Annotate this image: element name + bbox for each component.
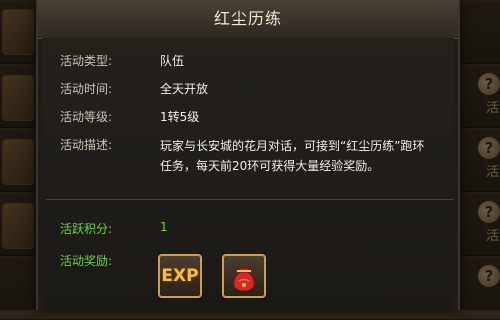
dialog-content: 活动类型: 队伍 活动时间: 全天开放 活动等级: 1转5级 活动描述: 玩家与… xyxy=(42,38,454,310)
red-pouch-icon xyxy=(233,267,255,292)
activity-points-label: 活跃积分: xyxy=(60,222,113,236)
activity-time-value: 全天开放 xyxy=(160,82,209,96)
activity-type-value: 队伍 xyxy=(160,54,185,68)
activity-time-label: 活动时间: xyxy=(60,82,113,96)
red-pouch-reward-item[interactable] xyxy=(222,254,266,298)
section-divider xyxy=(46,199,454,200)
activity-level-value: 1转5级 xyxy=(160,110,200,124)
activity-type-label: 活动类型: xyxy=(60,54,113,68)
activity-description-label: 活动描述: xyxy=(60,138,113,152)
exp-reward-item[interactable]: EXP xyxy=(158,254,202,298)
dialog-title: 红尘历练 xyxy=(38,0,458,39)
activity-reward-label: 活动奖励: xyxy=(60,254,113,268)
activity-description-text: 玩家与长安城的花月对话，可接到“红尘历练”跑环任务，每天前20环可获得大量经验奖… xyxy=(160,139,425,173)
activity-level-label: 活动等级: xyxy=(60,110,113,124)
activity-points-value: 1 xyxy=(160,220,168,234)
activity-detail-dialog: 红尘历练 活动类型: 队伍 活动时间: 全天开放 活动等级: 1转5级 活动描述… xyxy=(36,0,460,310)
